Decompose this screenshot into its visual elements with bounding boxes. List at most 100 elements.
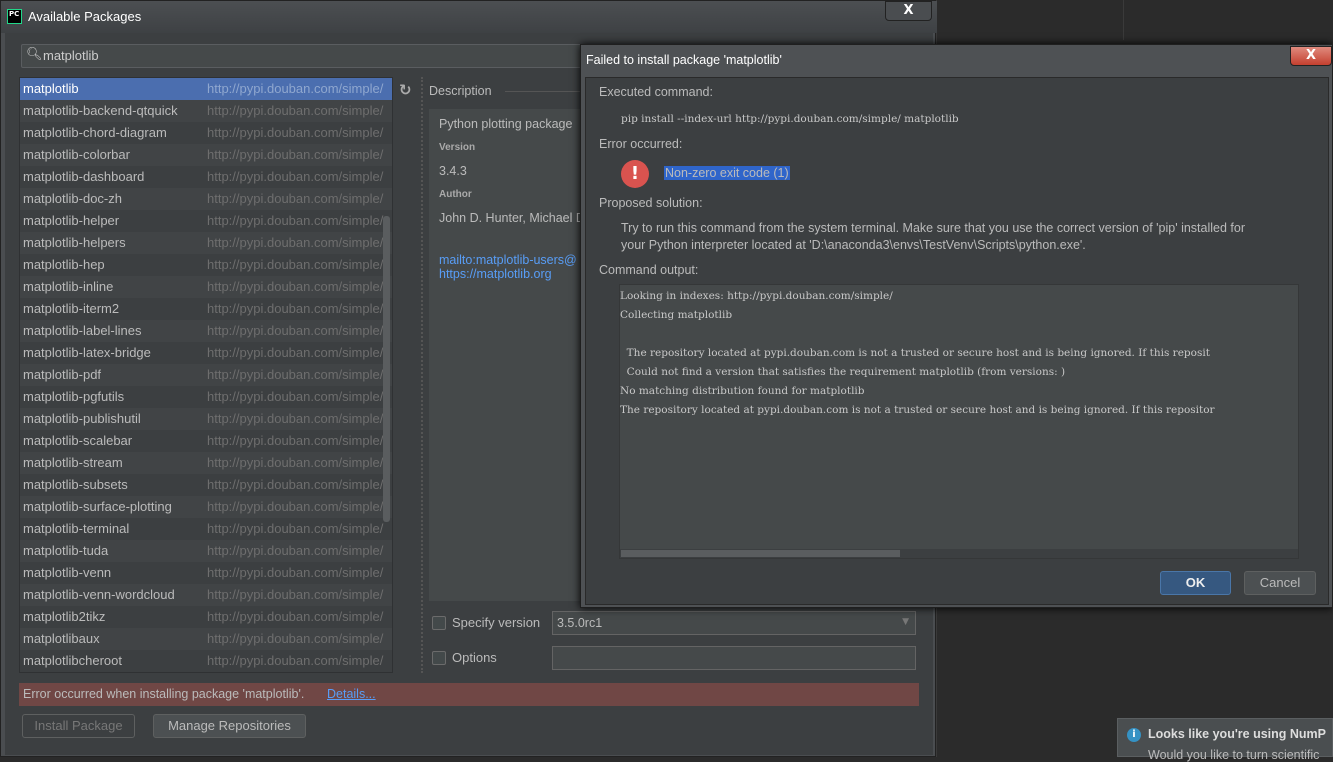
options-input[interactable] (552, 646, 916, 670)
output-line: The repository located at pypi.douban.co… (620, 404, 1215, 416)
package-row[interactable]: matplotlib-pgfutils http://pypi.douban.co… (20, 386, 392, 408)
output-line: The repository located at pypi.douban.co… (620, 347, 1210, 359)
package-row[interactable]: matplotlib-venn-wordcloud http://pypi.dou… (20, 584, 392, 606)
package-name: matplotlib-colorbar (23, 147, 130, 162)
package-row[interactable]: matplotlib-subsets http://pypi.douban.com… (20, 474, 392, 496)
package-row[interactable]: matplotlib-colorbar http://pypi.douban.co… (20, 144, 392, 166)
package-row[interactable]: matplotlib-stream http://pypi.douban.com/… (20, 452, 392, 474)
error-icon: ! (621, 160, 649, 188)
package-name: matplotlib-publishutil (23, 411, 141, 426)
package-row[interactable]: matplotlib-chord-diagram http://pypi.doub… (20, 122, 392, 144)
divider (1123, 0, 1124, 40)
package-row[interactable]: matplotlib-surface-plotting http://pypi.d… (20, 496, 392, 518)
install-failed-dialog: Failed to install package 'matplotlib' X… (580, 44, 1333, 608)
package-repo: http://pypi.douban.com/simple/ (207, 455, 384, 470)
package-row[interactable]: matplotlib-hep http://pypi.douban.com/sim… (20, 254, 392, 276)
solution-text: Try to run this command from the system … (621, 221, 1246, 235)
close-button[interactable]: X (1290, 46, 1332, 66)
pycharm-icon: PC (7, 9, 22, 24)
chevron-down-icon: ▼ (902, 617, 909, 627)
error-occurred-label: Error occurred: (599, 137, 683, 151)
package-name: matplotlib-pgfutils (23, 389, 125, 404)
package-row[interactable]: matplotlib-terminal http://pypi.douban.co… (20, 518, 392, 540)
package-row[interactable]: matplotlib-publishutil http://pypi.douban… (20, 408, 392, 430)
package-repo: http://pypi.douban.com/simple/ (207, 103, 384, 118)
package-row[interactable]: matplotlib-venn http://pypi.douban.com/si… (20, 562, 392, 584)
package-name: matplotlibaux (23, 631, 100, 646)
package-name: matplotlib2tikz (23, 609, 106, 624)
options-checkbox[interactable] (432, 651, 446, 665)
details-link[interactable]: Details... (327, 687, 376, 701)
cancel-button[interactable]: Cancel (1244, 571, 1316, 595)
package-name: matplotlib-label-lines (23, 323, 142, 338)
package-repo: http://pypi.douban.com/simple/ (207, 279, 384, 294)
package-list[interactable]: matplotlib http://pypi.douban.com/simple/… (19, 77, 393, 673)
package-row[interactable]: matplotlib2tikz http://pypi.douban.com/si… (20, 606, 392, 628)
package-repo: http://pypi.douban.com/simple/ (207, 235, 384, 250)
package-repo: http://pypi.douban.com/simple/ (207, 653, 384, 668)
package-row[interactable]: matplotlib-label-lines http://pypi.douban… (20, 320, 392, 342)
package-name: matplotlib-venn-wordcloud (23, 587, 175, 602)
package-repo: http://pypi.douban.com/simple/ (207, 169, 384, 184)
splitter[interactable] (421, 77, 423, 673)
package-row[interactable]: matplotlib-scalebar http://pypi.douban.co… (20, 430, 392, 452)
package-repo: http://pypi.douban.com/simple/ (207, 389, 384, 404)
package-repo: http://pypi.douban.com/simple/ (207, 631, 384, 646)
package-repo: http://pypi.douban.com/simple/ (207, 587, 384, 602)
error-message: Non-zero exit code (1) (664, 166, 790, 180)
package-repo: http://pypi.douban.com/simple/ (207, 345, 384, 360)
package-name: matplotlib-dashboard (23, 169, 145, 184)
refresh-icon[interactable]: ↻ (399, 81, 412, 99)
list-scrollbar[interactable] (383, 216, 390, 522)
scrollbar-thumb[interactable] (621, 550, 900, 557)
title-bar[interactable]: PC Available Packages X (1, 1, 937, 33)
package-name: matplotlib-venn (23, 565, 112, 580)
package-row[interactable]: matplotlib-helpers http://pypi.douban.com… (20, 232, 392, 254)
version-select[interactable]: 3.5.0rc1 ▼ (552, 611, 916, 635)
package-repo: http://pypi.douban.com/simple/ (207, 81, 384, 96)
package-row[interactable]: matplotlib-latex-bridge http://pypi.douba… (20, 342, 392, 364)
specify-version-checkbox[interactable] (432, 616, 446, 630)
close-button[interactable]: X (885, 1, 932, 21)
package-name: matplotlibcheroot (23, 653, 122, 668)
package-row[interactable]: matplotlib-iterm2 http://pypi.douban.com/… (20, 298, 392, 320)
package-row[interactable]: matplotlibcheroot http://pypi.douban.com/… (20, 650, 392, 672)
package-row[interactable]: matplotlib-backend-qtquick http://pypi.do… (20, 100, 392, 122)
package-row[interactable]: matplotlib-tuda http://pypi.douban.com/si… (20, 540, 392, 562)
package-name: matplotlib-latex-bridge (23, 345, 151, 360)
package-repo: http://pypi.douban.com/simple/ (207, 565, 384, 580)
package-repo: http://pypi.douban.com/simple/ (207, 499, 384, 514)
dialog-title: Failed to install package 'matplotlib' (586, 53, 782, 67)
package-row[interactable]: matplotlib-pdf http://pypi.douban.com/sim… (20, 364, 392, 386)
package-name: matplotlib-backend-qtquick (23, 103, 178, 118)
package-repo: http://pypi.douban.com/simple/ (207, 191, 384, 206)
homepage-link[interactable]: https://matplotlib.org (439, 267, 552, 281)
notification-body: Would you like to turn scientific (1148, 748, 1320, 762)
package-repo: http://pypi.douban.com/simple/ (207, 367, 384, 382)
command-text: pip install --index-url http://pypi.doub… (621, 113, 959, 125)
search-value: matplotlib (43, 48, 99, 63)
manage-repositories-button[interactable]: Manage Repositories (153, 714, 306, 738)
info-icon: i (1127, 728, 1141, 742)
horizontal-scrollbar[interactable] (620, 549, 1298, 558)
dialog-body: Executed command: pip install --index-ur… (585, 77, 1329, 605)
package-row[interactable]: matplotlibaux http://pypi.douban.com/simp… (20, 628, 392, 650)
options-label: Options (452, 650, 497, 665)
package-row[interactable]: matplotlib-inline http://pypi.douban.com/… (20, 276, 392, 298)
package-row[interactable]: matplotlib-doc-zh http://pypi.douban.com/… (20, 188, 392, 210)
notification-balloon[interactable]: i Looks like you're using NumP Would you… (1117, 718, 1333, 762)
install-package-button[interactable]: Install Package (22, 714, 135, 738)
search-input[interactable]: 🔍︎ matplotlib (21, 44, 621, 68)
command-output[interactable]: Looking in indexes: http://pypi.douban.c… (619, 284, 1299, 559)
description-panel: Python plotting package Version 3.4.3 Au… (429, 109, 589, 601)
specify-version-label: Specify version (452, 615, 541, 630)
version-select-value: 3.5.0rc1 (557, 616, 603, 630)
package-row[interactable]: matplotlib-dashboard http://pypi.douban.c… (20, 166, 392, 188)
mailto-link[interactable]: mailto:matplotlib-users@ (439, 253, 577, 267)
version-value: 3.4.3 (439, 164, 467, 178)
package-repo: http://pypi.douban.com/simple/ (207, 125, 384, 140)
ok-button[interactable]: OK (1160, 571, 1231, 595)
package-row[interactable]: matplotlib-helper http://pypi.douban.com/… (20, 210, 392, 232)
package-row[interactable]: matplotlib http://pypi.douban.com/simple/ (20, 78, 392, 100)
